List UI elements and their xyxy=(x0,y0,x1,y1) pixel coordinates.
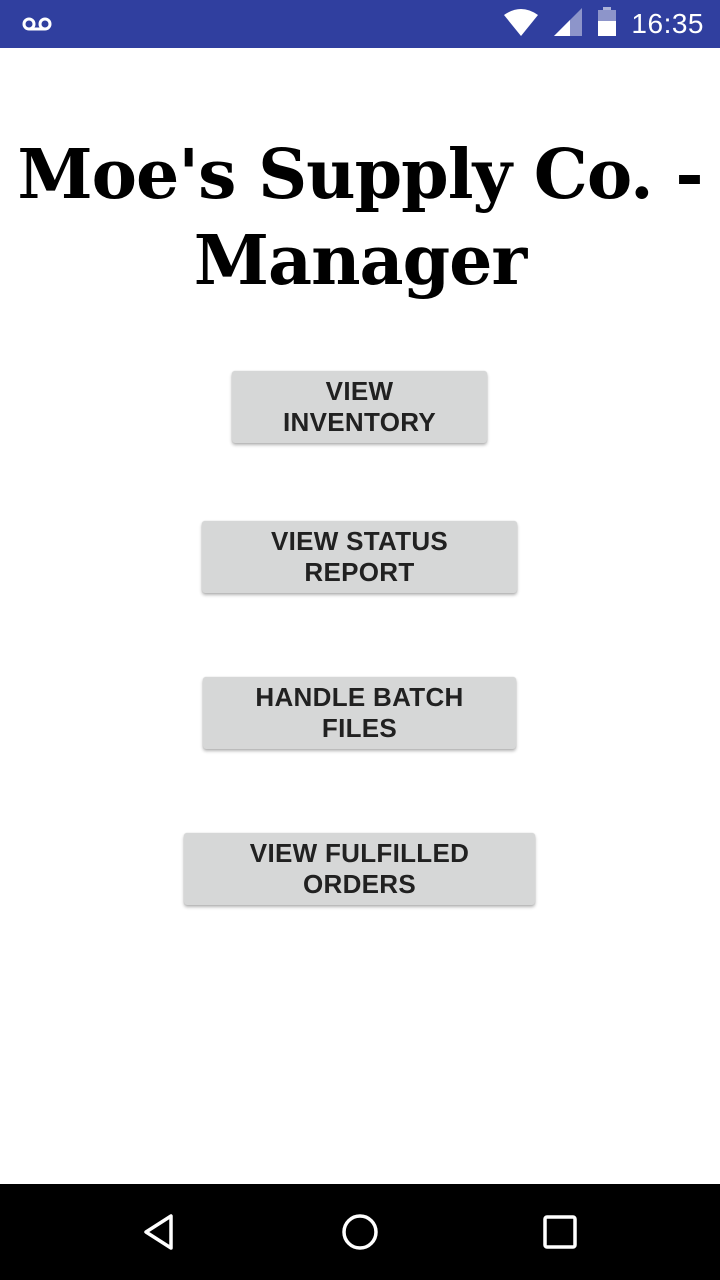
handle-batch-files-button[interactable]: HANDLE BATCH FILES xyxy=(203,677,516,749)
battery-icon xyxy=(597,6,617,42)
view-status-report-button[interactable]: VIEW STATUS REPORT xyxy=(202,521,517,593)
recents-icon[interactable] xyxy=(536,1208,584,1256)
status-icons: 16:35 xyxy=(503,0,704,48)
voicemail-icon xyxy=(22,12,52,36)
home-icon[interactable] xyxy=(336,1208,384,1256)
wifi-icon xyxy=(503,7,539,42)
view-inventory-button[interactable]: VIEW INVENTORY xyxy=(232,371,487,443)
status-time: 16:35 xyxy=(631,8,704,39)
status-bar: 16:35 xyxy=(0,0,720,48)
cell-signal-icon xyxy=(553,7,583,42)
view-fulfilled-orders-button[interactable]: VIEW FULFILLED ORDERS xyxy=(184,833,535,905)
page-title: Moe's Supply Co. - Manager xyxy=(17,135,703,301)
screen: 16:35 Moe's Supply Co. - Manager VIEW IN… xyxy=(0,0,720,1280)
navigation-bar xyxy=(0,1184,720,1280)
back-icon[interactable] xyxy=(136,1208,184,1256)
